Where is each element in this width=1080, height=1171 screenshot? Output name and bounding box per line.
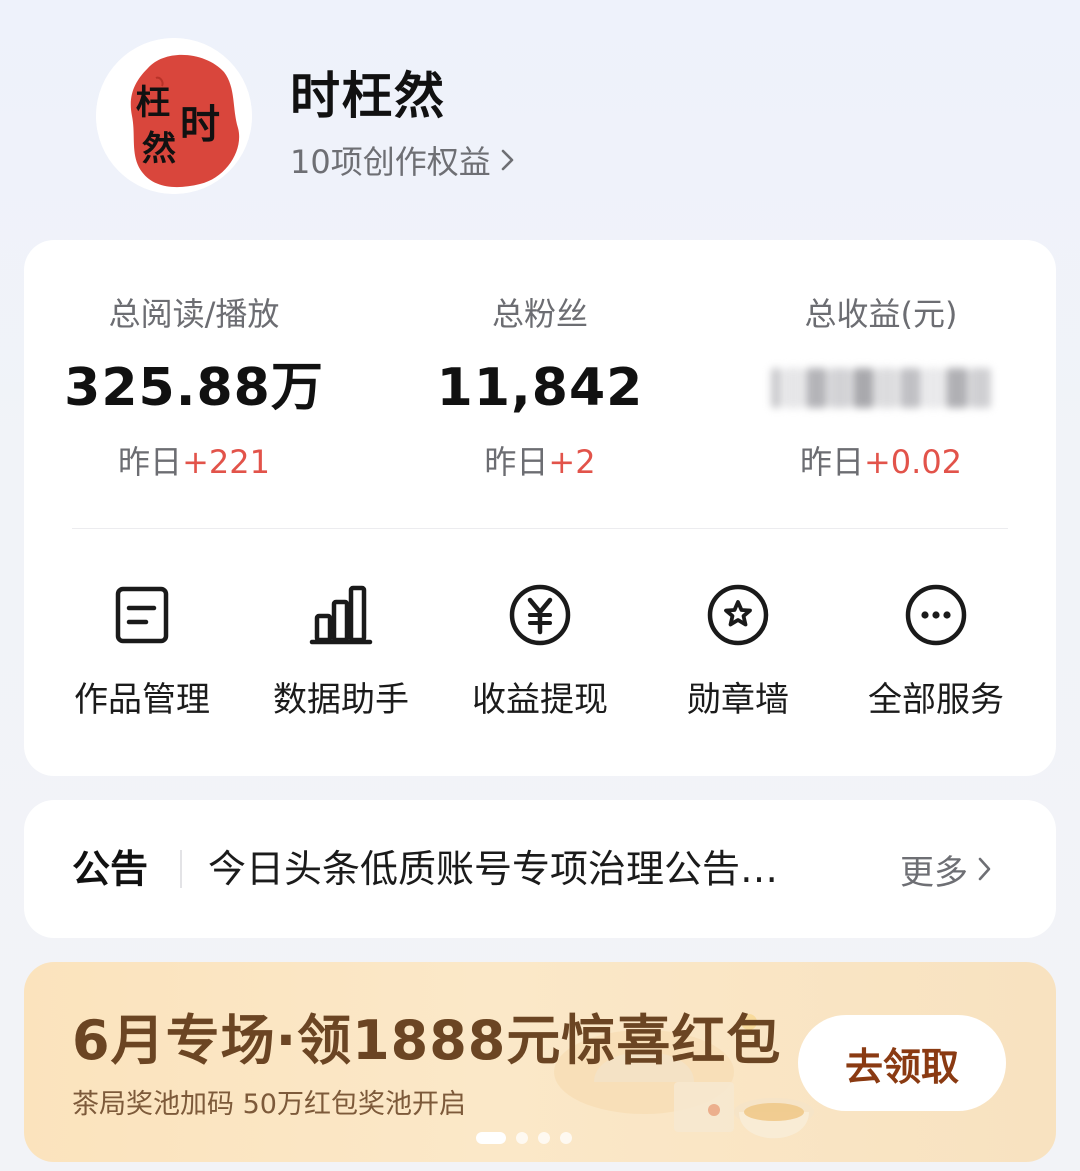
service-works-management[interactable]: 作品管理 bbox=[42, 580, 242, 724]
stat-label: 总粉丝 bbox=[491, 295, 588, 333]
stat-label: 总收益(元) bbox=[804, 295, 958, 333]
profile-name: 时枉然 bbox=[290, 67, 446, 125]
service-data-assistant[interactable]: 数据助手 bbox=[241, 580, 441, 724]
chevron-right-icon bbox=[501, 149, 514, 171]
svg-text:枉: 枉 bbox=[136, 83, 170, 123]
creator-benefits-link[interactable]: 10项创作权益 bbox=[290, 138, 517, 182]
announcement-more-link[interactable]: 更多 bbox=[900, 840, 994, 898]
service-label: 数据助手 bbox=[273, 680, 409, 720]
service-medal-wall[interactable]: 勋章墙 bbox=[638, 580, 838, 724]
announcement-text[interactable]: 今日头条低质账号专项治理公告… bbox=[208, 840, 848, 898]
carousel-dot-active[interactable] bbox=[476, 1132, 506, 1144]
promo-banner[interactable]: 6月专场·领1888元惊喜红包 茶局奖池加码 50万红包奖池开启 去领取 bbox=[24, 962, 1056, 1162]
document-icon bbox=[115, 586, 169, 644]
stat-total-earnings[interactable]: 总收益(元) 昨日+0.02 bbox=[716, 292, 1046, 484]
stat-delta-value: +0.02 bbox=[863, 443, 963, 481]
svg-text:然: 然 bbox=[142, 129, 176, 169]
service-label: 作品管理 bbox=[74, 680, 210, 720]
banner-subtitle: 茶局奖池加码 50万红包奖池开启 bbox=[72, 1089, 466, 1120]
service-label: 收益提现 bbox=[472, 680, 608, 720]
announcement-tag: 公告 bbox=[72, 847, 149, 891]
carousel-dot[interactable] bbox=[516, 1132, 528, 1144]
service-label: 勋章墙 bbox=[687, 680, 789, 720]
bar-chart-icon bbox=[309, 585, 373, 645]
stat-delta-value: +221 bbox=[182, 443, 270, 481]
stat-delta: 昨日+2 bbox=[375, 440, 705, 484]
stat-delta-prefix: 昨日 bbox=[118, 443, 183, 481]
stat-value: 11,842 bbox=[436, 358, 644, 418]
stat-delta: 昨日+0.02 bbox=[716, 440, 1046, 484]
claim-button[interactable]: 去领取 bbox=[798, 1015, 1006, 1111]
more-dots-icon bbox=[905, 584, 967, 646]
carousel-dot[interactable] bbox=[560, 1132, 572, 1144]
yuan-coin-icon bbox=[509, 584, 571, 646]
carousel-indicator bbox=[476, 1132, 572, 1144]
stat-delta-prefix: 昨日 bbox=[799, 443, 864, 481]
stats-card: 总阅读/播放 325.88万 昨日+221 总粉丝 11,842 昨日+2 总收… bbox=[24, 240, 1056, 776]
stat-delta: 昨日+221 bbox=[29, 440, 359, 484]
chevron-right-icon bbox=[978, 857, 991, 881]
avatar[interactable]: 枉 时 然 bbox=[96, 38, 252, 194]
avatar-seal-image: 枉 时 然 bbox=[96, 38, 252, 194]
stat-total-fans[interactable]: 总粉丝 11,842 昨日+2 bbox=[375, 292, 705, 484]
stat-label: 总阅读/播放 bbox=[108, 295, 280, 333]
stat-delta-value: +2 bbox=[548, 443, 596, 481]
divider bbox=[72, 528, 1008, 529]
announcement-bar[interactable]: 公告 今日头条低质账号专项治理公告… 更多 bbox=[24, 800, 1056, 938]
more-label: 更多 bbox=[900, 852, 968, 893]
carousel-dot[interactable] bbox=[538, 1132, 550, 1144]
service-earnings-withdraw[interactable]: 收益提现 bbox=[440, 580, 640, 724]
service-label: 全部服务 bbox=[868, 680, 1004, 720]
svg-text:时: 时 bbox=[180, 101, 220, 148]
divider bbox=[180, 850, 182, 888]
stat-value: 325.88万 bbox=[64, 358, 324, 418]
banner-title: 6月专场·领1888元惊喜红包 bbox=[72, 1009, 782, 1072]
service-all-services[interactable]: 全部服务 bbox=[836, 580, 1036, 724]
stat-total-reads[interactable]: 总阅读/播放 325.88万 昨日+221 bbox=[29, 292, 359, 484]
creator-benefits-label: 10项创作权益 bbox=[290, 143, 491, 181]
stat-value-masked bbox=[771, 356, 991, 420]
medal-star-icon bbox=[707, 584, 769, 646]
stat-delta-prefix: 昨日 bbox=[484, 443, 549, 481]
